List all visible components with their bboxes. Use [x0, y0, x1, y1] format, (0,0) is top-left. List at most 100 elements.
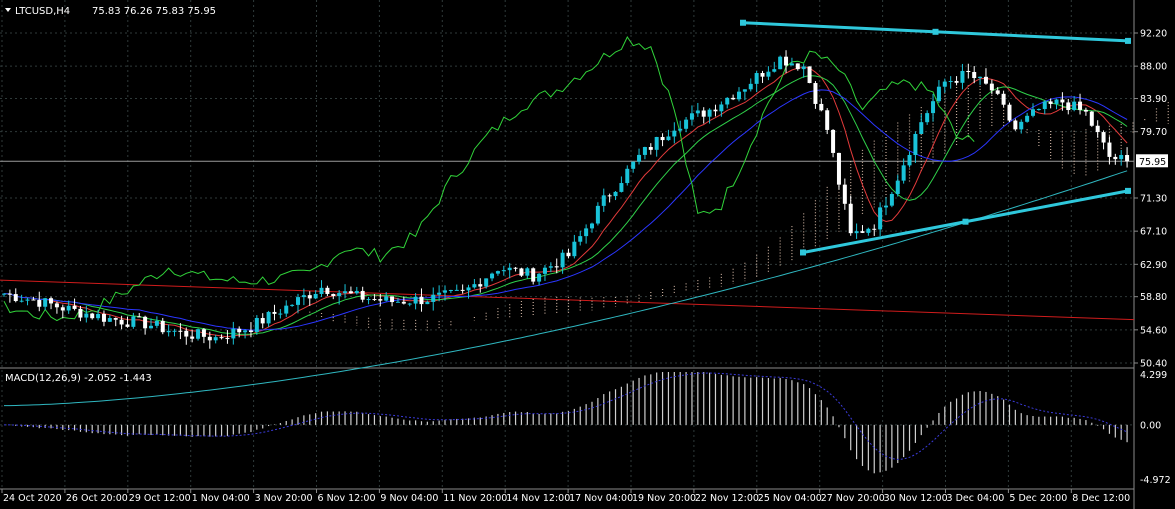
- candle-bull: [166, 330, 171, 333]
- candle-bull: [96, 313, 101, 319]
- price-tick-label: 50.40: [1140, 359, 1167, 370]
- candle-bear: [554, 266, 559, 268]
- candle-bull: [284, 305, 289, 314]
- macd-axis: 4.299 0.00 -4.972: [1140, 370, 1171, 486]
- candle-bull: [1025, 115, 1030, 122]
- candle-bull: [466, 287, 471, 291]
- time-tick-label: 3 Dec 04:00: [947, 493, 1005, 504]
- candle-bear: [78, 308, 83, 318]
- time-axis: 24 Oct 2020 26 Oct 20:00 29 Oct 12:00 1 Nov…: [1, 489, 1130, 504]
- candle-bull: [942, 81, 947, 87]
- candle-bull: [472, 284, 477, 288]
- candle-bear: [260, 318, 265, 324]
- candle-bear: [836, 152, 841, 185]
- candle-bear: [1101, 132, 1106, 143]
- candle-bear: [184, 330, 189, 337]
- price-tick-label: 62.90: [1140, 260, 1167, 271]
- candle-bull: [913, 133, 918, 155]
- candle-bear: [7, 293, 12, 295]
- candle-bear: [178, 330, 183, 332]
- candle-bear: [1048, 101, 1053, 104]
- macd-tick-label: 0.00: [1140, 420, 1161, 431]
- macd-tick-label: 4.299: [1140, 370, 1167, 381]
- candle-bear: [966, 70, 971, 73]
- candle-bear: [201, 329, 206, 337]
- moving-averages: [3, 35, 1128, 338]
- price-axis: 92.20 88.00 83.90 79.70 75.95 71.30 67.10 62.90…: [1134, 29, 1168, 370]
- candle-bull: [266, 311, 271, 324]
- candle-bear: [1089, 111, 1094, 126]
- macd-layer: [4, 372, 1128, 474]
- candle-bear: [660, 136, 665, 141]
- candle-bull: [878, 207, 883, 230]
- candle-bull: [2, 293, 6, 295]
- candle-bull: [172, 330, 177, 332]
- candle-bull: [290, 304, 295, 306]
- candle-bull: [395, 301, 400, 303]
- candle-bull: [343, 291, 348, 294]
- candle-bull: [601, 195, 606, 206]
- candle-bear: [460, 289, 465, 291]
- candle-bull: [301, 295, 306, 298]
- candle-bear: [1095, 125, 1100, 133]
- candle-bear: [648, 147, 653, 150]
- ma-200-line: [4, 170, 1128, 407]
- candle-bull: [448, 289, 453, 291]
- time-tick-label: 1 Nov 04:00: [192, 493, 250, 504]
- trendline-upper-anchor: [932, 28, 939, 35]
- candle-bear: [207, 336, 212, 341]
- candle-bear: [137, 316, 142, 318]
- candle-bear: [1001, 93, 1006, 105]
- macd-signal-line: [4, 372, 1128, 460]
- candle-bull: [154, 320, 159, 326]
- candle-bull: [84, 313, 89, 318]
- candle-bull: [243, 330, 248, 333]
- price-tick-label: 92.20: [1140, 29, 1167, 40]
- chikou-line: [3, 35, 975, 322]
- candle-bull: [319, 287, 324, 294]
- candle-bear: [390, 296, 395, 303]
- candle-bear: [272, 311, 277, 314]
- symbol-label: LTCUSD,H4: [15, 6, 70, 17]
- menu-triangle-icon[interactable]: [5, 8, 11, 12]
- trendlines-layer: [740, 19, 1131, 256]
- candle-bear: [1083, 109, 1088, 112]
- candle-bull: [889, 193, 894, 206]
- candle-bull: [742, 89, 747, 92]
- candle-bull: [490, 273, 495, 279]
- candle-bear: [325, 287, 330, 294]
- candle-bull: [1031, 109, 1035, 116]
- candle-bear: [807, 66, 812, 84]
- candle-bull: [978, 76, 983, 79]
- time-tick-label: 3 Nov 20:00: [255, 493, 313, 504]
- candle-bull: [925, 113, 930, 123]
- candle-bull: [642, 147, 647, 155]
- price-tick-label: 71.30: [1140, 194, 1167, 205]
- candle-bear: [37, 300, 42, 307]
- candle-bear: [1013, 120, 1018, 130]
- candle-bull: [149, 325, 153, 329]
- time-tick-label: 11 Nov 20:00: [443, 493, 507, 504]
- candle-bear: [795, 63, 800, 70]
- candle-bull: [707, 109, 712, 117]
- candle-bull: [895, 180, 900, 194]
- candle-bear: [972, 72, 977, 79]
- candle-bull: [495, 271, 500, 274]
- candle-bear: [531, 268, 536, 282]
- candle-bull: [619, 183, 624, 192]
- candle-bear: [819, 103, 824, 111]
- candle-bull: [631, 161, 636, 169]
- candle-bull: [854, 231, 859, 234]
- time-tick-label: 8 Dec 12:00: [1072, 493, 1130, 504]
- candle-bull: [754, 73, 759, 84]
- price-tick-label: 88.00: [1140, 62, 1167, 73]
- candle-bull: [1072, 101, 1077, 111]
- candle-bull: [337, 293, 342, 297]
- candle-bear: [701, 110, 706, 117]
- candle-bull: [366, 299, 371, 301]
- time-tick-label: 6 Nov 12:00: [318, 493, 376, 504]
- price-tick-label: 83.90: [1140, 94, 1167, 105]
- candle-bull: [936, 86, 941, 102]
- ma-green-line: [3, 75, 1128, 335]
- candle-bull: [948, 80, 953, 82]
